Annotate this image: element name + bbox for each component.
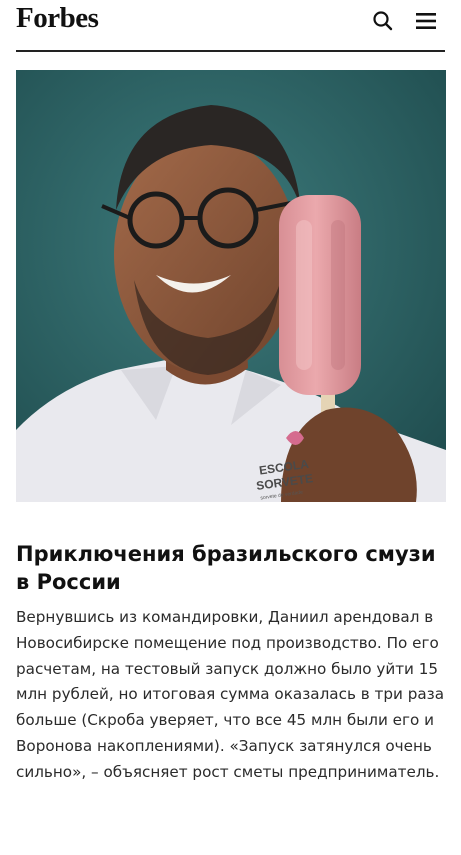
header-divider bbox=[16, 50, 445, 52]
hero-illustration: ESCOLA SORVETE sorvete de verdade bbox=[16, 70, 446, 502]
forbes-logo[interactable]: Forbes bbox=[16, 2, 99, 35]
site-header: Forbes bbox=[0, 0, 461, 50]
menu-button[interactable] bbox=[413, 9, 439, 33]
search-icon bbox=[373, 11, 393, 31]
search-button[interactable] bbox=[370, 8, 396, 34]
article-headline[interactable]: Приключения бразильского смузи в России bbox=[16, 540, 446, 596]
article-body: Вернувшись из командировки, Даниил аренд… bbox=[16, 608, 445, 781]
hero-photo[interactable]: ESCOLA SORVETE sorvete de verdade bbox=[16, 70, 446, 502]
hamburger-menu-icon bbox=[416, 13, 436, 29]
